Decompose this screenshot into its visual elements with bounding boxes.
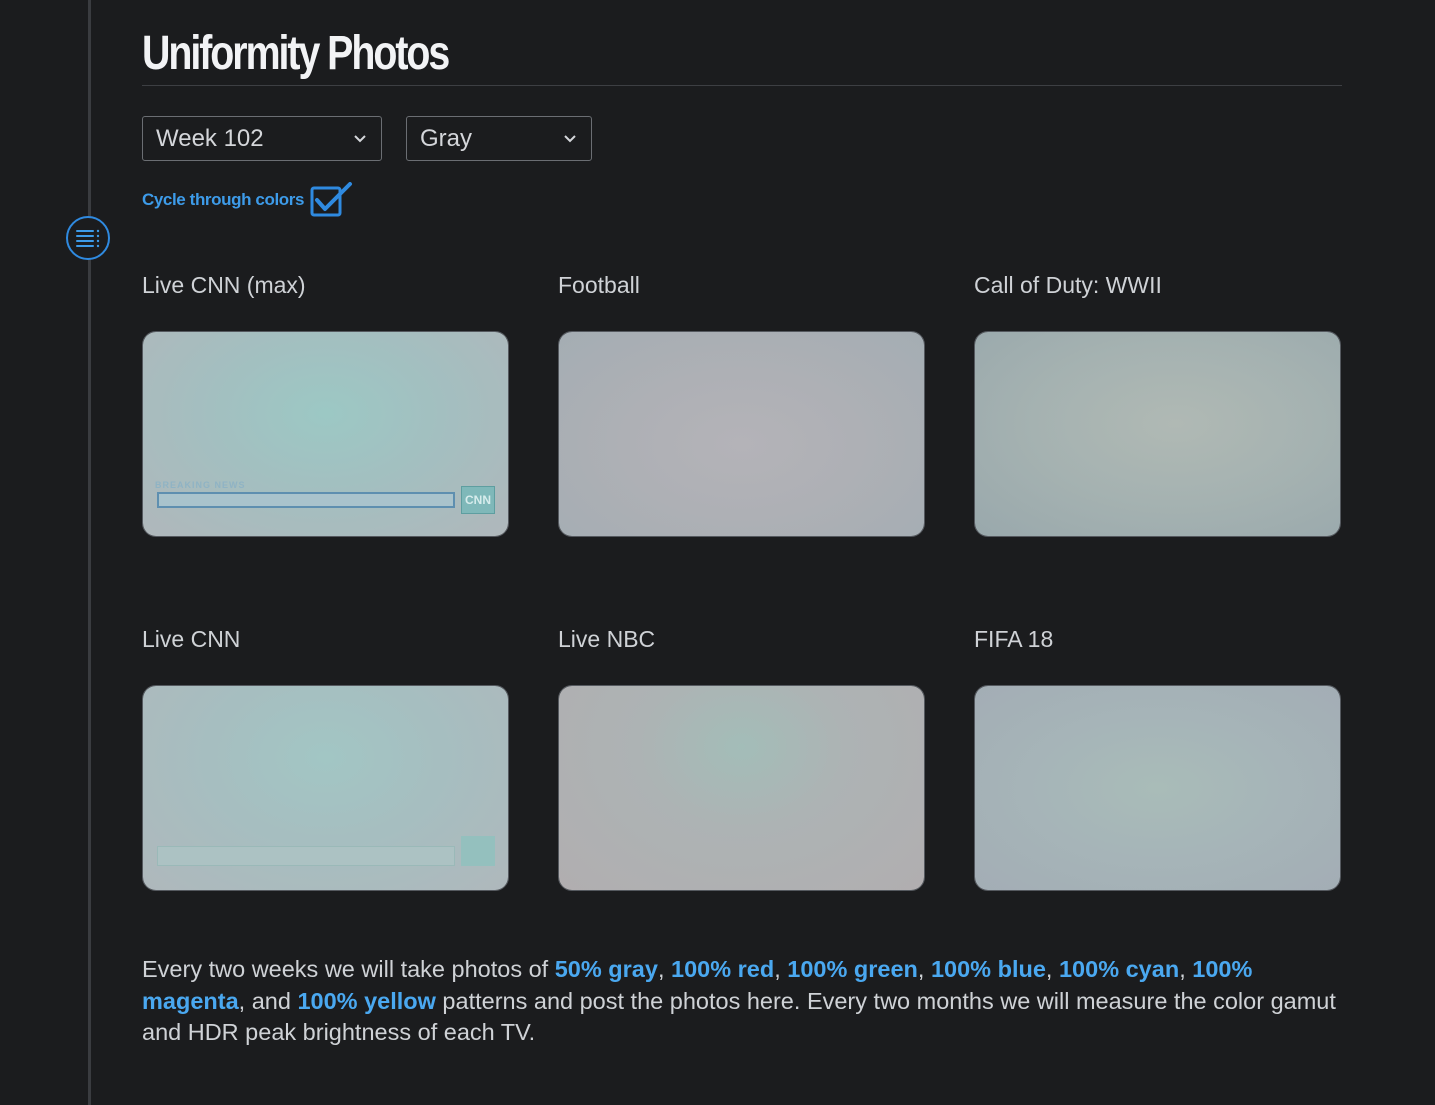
- chevron-down-icon: [354, 134, 366, 142]
- photo-label-live-cnn-max: Live CNN (max): [142, 272, 306, 298]
- cycle-colors-toggle[interactable]: Cycle through colors: [142, 182, 354, 218]
- news-ticker-bar: [157, 846, 455, 866]
- description-paragraph: Every two weeks we will take photos of 5…: [142, 956, 1336, 1045]
- link-100-yellow[interactable]: 100% yellow: [297, 988, 435, 1014]
- page-title: Uniformity Photos: [142, 27, 450, 80]
- photo-live-cnn[interactable]: [142, 685, 509, 891]
- photo-label-call-of-duty: Call of Duty: WWII: [974, 272, 1162, 298]
- table-of-contents-button[interactable]: [66, 216, 110, 260]
- page: Uniformity Photos Week 102 Gray Cycle th…: [0, 0, 1435, 1105]
- photo-label-football: Football: [558, 272, 640, 298]
- list-icon: [76, 229, 100, 248]
- photo-live-nbc[interactable]: [558, 685, 925, 891]
- cycle-colors-label[interactable]: Cycle through colors: [142, 190, 304, 210]
- link-100-red[interactable]: 100% red: [671, 956, 774, 982]
- color-select[interactable]: Gray: [406, 116, 592, 161]
- cnn-logo: CNN: [461, 486, 495, 514]
- link-50-gray[interactable]: 50% gray: [555, 956, 658, 982]
- cycle-colors-checkbox[interactable]: [310, 182, 354, 218]
- sidebar-rail: [88, 0, 91, 1105]
- photo-label-fifa-18: FIFA 18: [974, 626, 1054, 652]
- network-logo-block: [461, 836, 495, 866]
- chevron-down-icon: [564, 134, 576, 142]
- link-100-cyan[interactable]: 100% cyan: [1059, 956, 1179, 982]
- photo-football[interactable]: [558, 331, 925, 537]
- color-select-value: Gray: [420, 124, 473, 152]
- photo-label-live-cnn: Live CNN: [142, 626, 241, 652]
- photo-label-live-nbc: Live NBC: [558, 626, 656, 652]
- photo-call-of-duty[interactable]: [974, 331, 1341, 537]
- breaking-news-text: BREAKING NEWS: [155, 480, 246, 490]
- news-ticker-bar: [157, 492, 455, 508]
- link-100-blue[interactable]: 100% blue: [931, 956, 1046, 982]
- photo-fifa-18[interactable]: [974, 685, 1341, 891]
- week-select[interactable]: Week 102: [142, 116, 382, 161]
- photo-live-cnn-max[interactable]: BREAKING NEWS CNN: [142, 331, 509, 537]
- link-100-green[interactable]: 100% green: [787, 956, 918, 982]
- title-divider: [142, 85, 1342, 86]
- week-select-value: Week 102: [156, 124, 264, 152]
